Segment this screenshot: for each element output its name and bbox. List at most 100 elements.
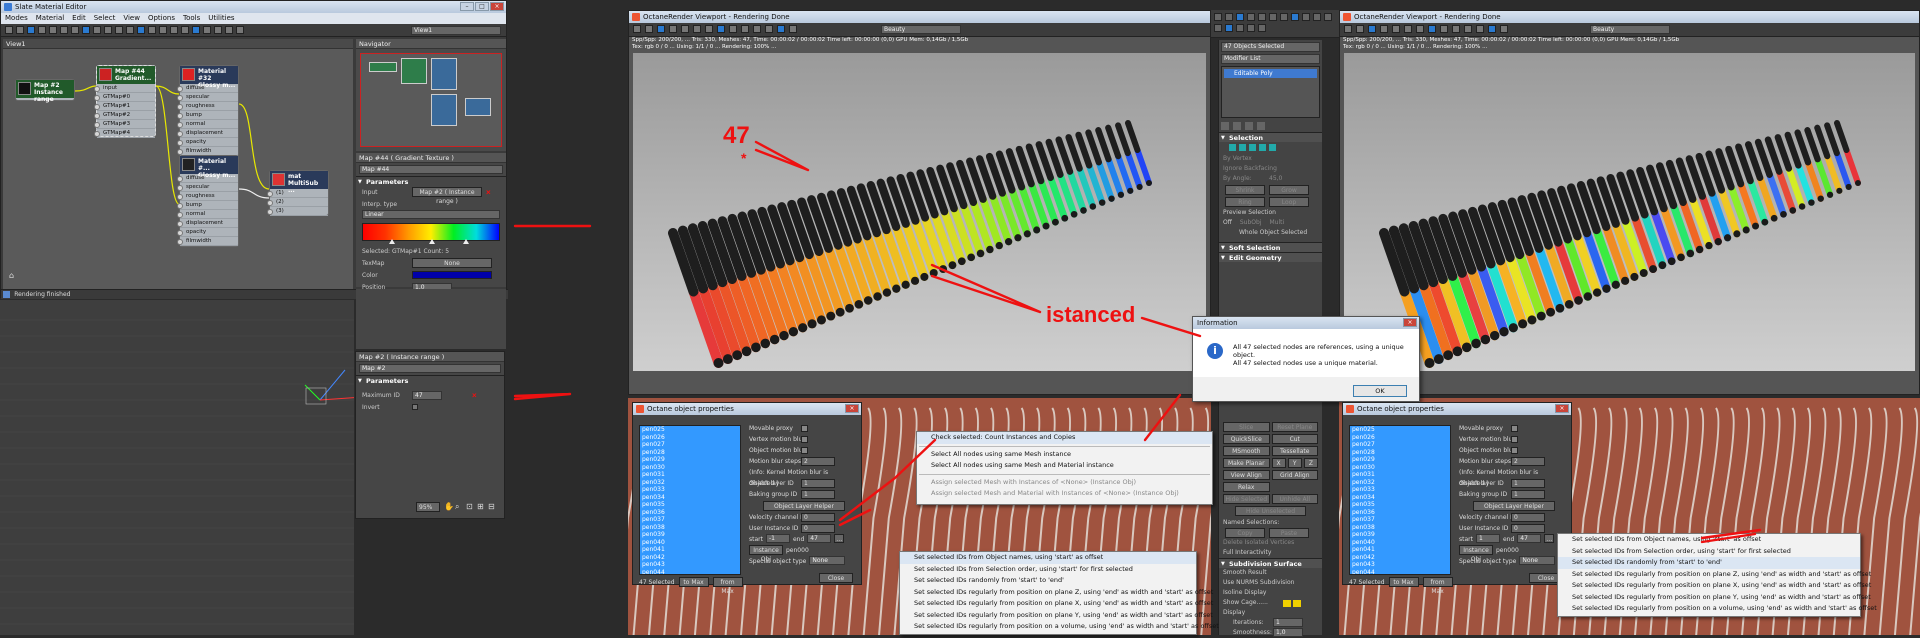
toolbar-icon[interactable] [1225,24,1233,32]
x-button[interactable]: X [1271,458,1286,468]
list-item[interactable]: pen040 [640,539,740,547]
instance-obj-button[interactable]: Instance Obj [1459,545,1493,563]
remove-modifier-icon[interactable] [1257,122,1265,130]
iterations-field[interactable]: 1 [1273,618,1303,627]
toolbar-icon[interactable] [1488,25,1496,33]
toolbar-icon[interactable] [192,26,200,34]
toolbar-icon[interactable] [1291,13,1299,21]
slot[interactable]: (3) [267,207,328,216]
gradient-flag[interactable] [463,239,469,244]
toolbar-icon[interactable] [1440,25,1448,33]
toolbar-icon[interactable] [203,26,211,34]
sme-titlebar[interactable]: Slate Material Editor – □ × [1,1,506,13]
menu-item-assign-mesh[interactable]: Assign selected Mesh with Instances of <… [917,477,1212,489]
toolbar-icon[interactable] [1236,24,1244,32]
toolbar-icon[interactable] [633,25,641,33]
toolbar-icon[interactable] [126,26,134,34]
toolbar-icon[interactable] [1280,13,1288,21]
list-item[interactable]: pen036 [640,509,740,517]
smooth-result-checkbox[interactable]: Smooth Result [1219,568,1322,578]
list-item[interactable]: pen039 [640,531,740,539]
movable-proxy-checkbox[interactable] [801,425,808,432]
slot[interactable]: GTMap#3 [94,120,155,129]
menu-modes[interactable]: Modes [5,13,28,24]
slot[interactable]: GTMap#4 [94,129,155,138]
menu-item-assign-mesh-material[interactable]: Assign selected Mesh and Material with I… [917,488,1212,500]
soft-selection-rollout[interactable]: Soft Selection [1219,242,1322,253]
max-perspective-viewport[interactable] [0,300,391,635]
list-item[interactable]: pen029 [640,456,740,464]
by-vertex[interactable]: By Vertex [1219,154,1322,164]
menu-item-ids-random[interactable]: Set selected IDs randomly from 'start' t… [1558,557,1860,569]
toolbar-icon[interactable] [214,26,222,34]
cut-button[interactable]: Cut [1271,434,1318,444]
blur-steps-spinner[interactable]: 2 [801,457,835,466]
toolbar-icon[interactable] [1247,24,1255,32]
cage-color-1[interactable] [1283,599,1291,607]
navigator-view[interactable] [360,53,502,147]
velocity-id-spinner[interactable]: 0 [801,513,835,522]
texmap-button[interactable]: None [412,258,492,268]
color-swatch[interactable] [412,271,492,279]
list-item[interactable]: pen032 [1350,479,1450,487]
menu-view[interactable]: View [123,13,140,24]
node-map-44[interactable]: Map #44 Gradient... input GTMap#0 GTMap#1… [94,65,156,138]
toolbar-icon[interactable] [5,26,13,34]
input-map-button[interactable]: Map #2 ( Instance range ) [412,187,482,205]
toolbar-icon[interactable] [657,25,665,33]
vp2-titlebar[interactable]: OctaneRender Viewport - Rendering Done [1340,11,1919,23]
list-item[interactable]: pen034 [640,494,740,502]
toolbar-icon[interactable] [1269,13,1277,21]
menu-item-ids-plane-x[interactable]: Set selected IDs regularly from position… [1558,580,1871,592]
border-icon[interactable] [1249,144,1256,151]
list-item[interactable]: pen037 [1350,516,1450,524]
oop1-close-button[interactable]: Close [819,573,853,583]
slot[interactable]: normal [177,120,238,129]
minimize-button[interactable]: – [460,2,474,11]
toolbar-icon[interactable] [1313,13,1321,21]
toolbar-icon[interactable] [1476,25,1484,33]
oop2-close-icon[interactable]: × [1555,404,1569,413]
list-item[interactable]: pen028 [640,449,740,457]
end-spinner[interactable]: 47 [1517,534,1542,543]
relax-button[interactable]: Relax [1223,482,1270,492]
user-id-spinner[interactable]: 0 [801,524,835,533]
toolbar-icon[interactable] [27,26,35,34]
map-name-field[interactable]: Map #2 [359,364,501,373]
list-item[interactable]: pen031 [1350,471,1450,479]
list-item[interactable]: pen025 [640,426,740,434]
hide-unselected-button[interactable]: Hide Unselected [1235,506,1306,516]
shrink-button[interactable]: Shrink [1225,185,1265,195]
by-angle-field[interactable]: 45,0 [1269,174,1282,184]
msmooth-button[interactable]: MSmooth [1223,446,1270,456]
slot[interactable]: bump [177,111,238,120]
toolbar-icon[interactable] [1324,13,1332,21]
slot[interactable]: bump [177,201,238,210]
use-nurms-checkbox[interactable]: Use NURMS Subdivision [1219,578,1322,588]
slot[interactable]: normal [177,210,238,219]
menu-item-ids-volume[interactable]: Set selected IDs regularly from position… [1558,603,1877,615]
list-item[interactable]: pen026 [1350,434,1450,442]
gradient-flag[interactable] [389,239,395,244]
invert-checkbox[interactable] [412,404,418,410]
grow-button[interactable]: Grow [1269,185,1309,195]
toolbar-icon[interactable] [71,26,79,34]
slot[interactable]: filmwidth [177,237,238,246]
info-close-button[interactable]: × [1403,318,1417,327]
menu-item-select-same-mesh-material[interactable]: Select All nodes using same Mesh and Mat… [917,460,1212,472]
toolbar-icon[interactable] [137,26,145,34]
gradient-ramp[interactable] [362,223,500,244]
toolbar-icon[interactable] [1380,25,1388,33]
toolbar-icon[interactable] [1500,25,1508,33]
toolbar-icon[interactable] [1236,13,1244,21]
paste-button[interactable]: Paste [1269,528,1309,538]
list-item[interactable]: pen028 [1350,449,1450,457]
maximize-button[interactable]: □ [475,2,489,11]
toolbar-icon[interactable] [93,26,101,34]
menu-edit[interactable]: Edit [72,13,86,24]
toolbar-icon[interactable] [60,26,68,34]
slot[interactable]: GTMap#0 [94,93,155,102]
ids-menu-button[interactable]: … [1544,534,1555,543]
list-item[interactable]: pen040 [1350,539,1450,547]
full-interactivity-checkbox[interactable]: Full Interactivity [1219,548,1322,558]
